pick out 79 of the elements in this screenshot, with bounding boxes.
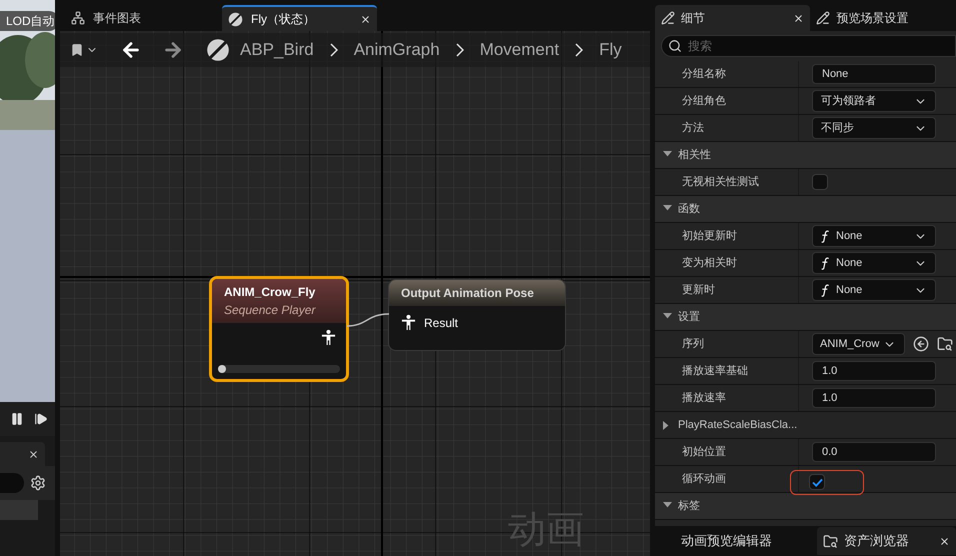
function-icon — [821, 256, 830, 270]
pencil-icon — [661, 11, 675, 25]
slashed-circle-icon — [228, 12, 243, 26]
node-subtitle: Sequence Player — [224, 302, 317, 319]
close-icon[interactable] — [28, 448, 39, 460]
panel-tab[interactable]: 资产浏览器 — [817, 527, 956, 555]
section-header[interactable]: 函数 — [655, 196, 956, 223]
property-label: 播放速率基础 — [682, 364, 748, 379]
asset-dropdown[interactable]: ANIM_Crow — [812, 333, 905, 355]
node-title: Output Animation Pose — [401, 285, 535, 302]
check-icon — [812, 478, 822, 486]
property-label: PlayRateScaleBiasCla... — [678, 418, 798, 433]
property-label: 相关性 — [678, 148, 711, 163]
search-icon — [668, 39, 682, 53]
panel-tab[interactable]: 预览场景设置 — [810, 5, 956, 31]
breadcrumb-item[interactable]: Fly — [599, 37, 622, 63]
property-label: 方法 — [682, 120, 704, 136]
step-forward-icon[interactable] — [34, 411, 48, 427]
close-icon[interactable] — [939, 536, 950, 546]
value-field[interactable]: None — [812, 64, 936, 84]
close-icon[interactable] — [360, 14, 371, 24]
property-label: 更新时 — [682, 282, 715, 298]
function-icon — [821, 284, 830, 296]
section-header[interactable]: 相关性 — [655, 142, 956, 169]
property-label: 播放速率 — [682, 390, 726, 406]
property-label: 分组名称 — [682, 66, 726, 82]
pencil-icon — [816, 11, 830, 25]
value-dropdown[interactable]: 可为领路者 — [812, 90, 936, 112]
checkbox[interactable] — [812, 174, 828, 190]
pose-pin-icon — [401, 314, 416, 331]
property-label: 循环动画 — [682, 472, 726, 487]
slashed-circle-icon — [206, 38, 230, 62]
editor-tab[interactable]: Fly（状态） — [222, 5, 377, 31]
graph-node[interactable]: Output Animation Pose Result — [388, 279, 566, 351]
value-dropdown[interactable]: None — [812, 225, 936, 247]
panel-tab[interactable]: 细节 — [655, 5, 810, 31]
value-dropdown[interactable]: None — [812, 279, 936, 301]
wire — [347, 312, 389, 328]
node-title: ANIM_Crow_Fly — [224, 284, 316, 301]
close-icon[interactable] — [793, 12, 804, 24]
browse-folder-icon[interactable] — [937, 336, 953, 352]
pause-icon[interactable] — [10, 410, 24, 428]
property-label: 初始更新时 — [682, 228, 737, 244]
section-header[interactable]: 标签 — [655, 493, 956, 520]
graph-node[interactable]: ANIM_Crow_Fly Sequence Player — [209, 276, 349, 382]
lod-badge[interactable]: LOD自动 — [0, 11, 55, 31]
value-field[interactable]: 0.0 — [812, 442, 936, 462]
settings-icon[interactable] — [30, 475, 46, 491]
editor-tab[interactable]: 事件图表 — [65, 5, 220, 31]
checkbox[interactable] — [809, 474, 825, 490]
bookmark-icon[interactable] — [70, 43, 84, 57]
function-icon — [821, 230, 830, 242]
breadcrumb-item[interactable]: ABP_Bird — [240, 37, 314, 63]
pin-label: Result — [424, 315, 458, 332]
progress-thumb[interactable] — [218, 365, 226, 373]
panel-tab[interactable]: 动画预览编辑器 — [655, 527, 817, 555]
chevron-right-icon — [456, 43, 464, 57]
graph-icon — [71, 11, 85, 25]
value-field[interactable]: 1.0 — [812, 388, 936, 408]
chevron-right-icon — [330, 43, 338, 57]
property-label: 变为相关时 — [682, 256, 737, 271]
breadcrumb-item[interactable]: AnimGraph — [354, 37, 440, 63]
value-dropdown[interactable]: None — [812, 252, 936, 274]
value-field[interactable]: 1.0 — [812, 361, 936, 381]
use-selected-icon[interactable] — [913, 336, 929, 352]
section-header[interactable]: 设置 — [655, 304, 956, 331]
pose-pin-icon — [321, 329, 336, 346]
property-label: 函数 — [678, 202, 700, 217]
property-label: 序列 — [682, 336, 704, 352]
property-label: 初始位置 — [682, 444, 726, 460]
search-field[interactable] — [0, 473, 24, 493]
graph-watermark: 动画 — [508, 511, 584, 549]
property-label: 分组角色 — [682, 94, 726, 109]
breadcrumb-item[interactable]: Movement — [480, 37, 560, 63]
property-label: 标签 — [678, 498, 700, 514]
value-dropdown[interactable]: 不同步 — [812, 117, 936, 139]
chevron-right-icon — [575, 43, 584, 57]
property-label: 设置 — [678, 310, 700, 325]
property-label: 无视相关性测试 — [682, 174, 759, 190]
